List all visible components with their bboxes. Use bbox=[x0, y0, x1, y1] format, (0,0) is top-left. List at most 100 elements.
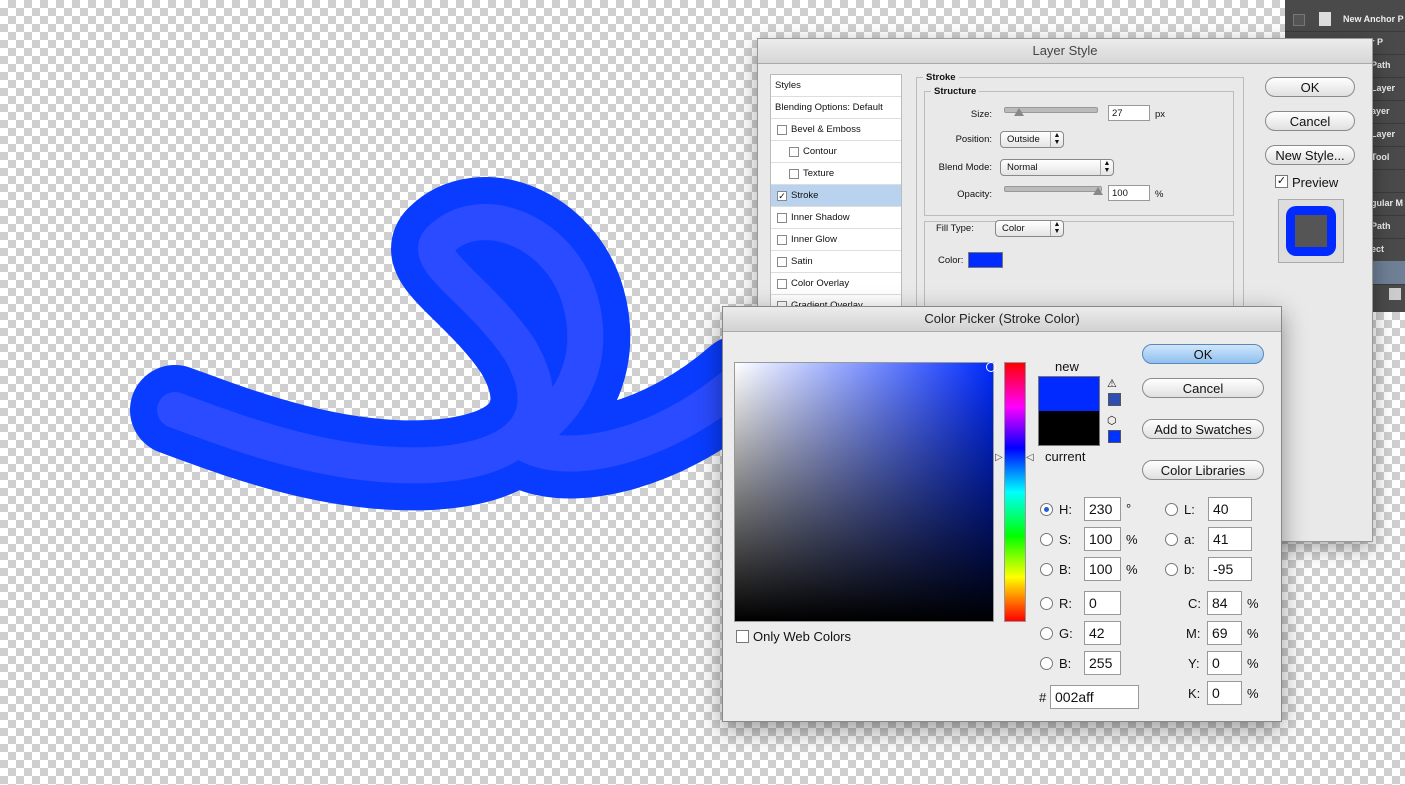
effect-bevel-emboss[interactable]: Bevel & Emboss bbox=[771, 119, 901, 141]
brightness-unit: % bbox=[1126, 562, 1138, 577]
brightness-radio[interactable] bbox=[1040, 563, 1053, 576]
opacity-unit: % bbox=[1155, 189, 1164, 200]
color-label: Color: bbox=[938, 255, 964, 266]
stroke-color-swatch[interactable] bbox=[968, 252, 1003, 268]
h-input[interactable]: 230 bbox=[1084, 497, 1121, 521]
only-web-colors-checkbox[interactable] bbox=[736, 630, 749, 643]
s-radio[interactable] bbox=[1040, 533, 1053, 546]
blue-input[interactable]: 255 bbox=[1084, 651, 1121, 675]
style-preview bbox=[1278, 199, 1344, 263]
checkbox[interactable] bbox=[777, 257, 787, 267]
lab-b-input[interactable]: -95 bbox=[1208, 557, 1252, 581]
g-radio[interactable] bbox=[1040, 627, 1053, 640]
color-libraries-button[interactable]: Color Libraries bbox=[1142, 460, 1264, 480]
size-label: Size: bbox=[970, 109, 992, 120]
c-label: C: bbox=[1188, 596, 1201, 611]
h-radio[interactable] bbox=[1040, 503, 1053, 516]
effect-color-overlay[interactable]: Color Overlay bbox=[771, 273, 901, 295]
blending-options-item[interactable]: Blending Options: Default bbox=[771, 97, 901, 119]
new-label: new bbox=[1055, 359, 1079, 374]
h-unit: ° bbox=[1126, 501, 1132, 516]
preview-checkbox[interactable]: ✓ bbox=[1275, 175, 1288, 188]
size-slider-thumb[interactable] bbox=[1014, 108, 1024, 116]
styles-header[interactable]: Styles bbox=[771, 75, 901, 97]
color-field[interactable] bbox=[734, 362, 994, 622]
y-label: Y: bbox=[1188, 656, 1200, 671]
checkbox-checked[interactable]: ✓ bbox=[777, 191, 787, 201]
web-safe-cube-icon[interactable]: ⬡ bbox=[1107, 414, 1117, 427]
y-input[interactable]: 0 bbox=[1207, 651, 1242, 675]
color-picker-dialog: Color Picker (Stroke Color) ▷ ◁ new curr… bbox=[722, 306, 1282, 722]
current-color-swatch[interactable] bbox=[1038, 411, 1100, 446]
brightness-input[interactable]: 100 bbox=[1084, 557, 1121, 581]
g-input[interactable]: 42 bbox=[1084, 621, 1121, 645]
effect-contour[interactable]: Contour bbox=[771, 141, 901, 163]
blend-mode-select[interactable]: Normal ▲ ▼ bbox=[1000, 159, 1114, 176]
m-input[interactable]: 69 bbox=[1207, 621, 1242, 645]
cancel-button[interactable]: Cancel bbox=[1265, 111, 1355, 131]
opacity-slider[interactable] bbox=[1004, 186, 1102, 192]
position-select[interactable]: Outside ▲ ▼ bbox=[1000, 131, 1064, 148]
r-input[interactable]: 0 bbox=[1084, 591, 1121, 615]
checkbox[interactable] bbox=[789, 147, 799, 157]
blue-label: B: bbox=[1059, 656, 1072, 671]
history-item[interactable]: New Anchor P bbox=[1285, 8, 1405, 32]
color-field-cursor[interactable] bbox=[986, 362, 996, 372]
new-document-icon[interactable] bbox=[1389, 288, 1401, 300]
cancel-button[interactable]: Cancel bbox=[1142, 378, 1264, 398]
k-input[interactable]: 0 bbox=[1207, 681, 1242, 705]
r-label: R: bbox=[1059, 596, 1072, 611]
size-input[interactable]: 27 bbox=[1108, 105, 1150, 121]
h-label: H: bbox=[1059, 502, 1072, 517]
effect-satin[interactable]: Satin bbox=[771, 251, 901, 273]
effect-texture[interactable]: Texture bbox=[771, 163, 901, 185]
stepper-icon: ▲ ▼ bbox=[1050, 132, 1063, 147]
fill-type-select[interactable]: Color ▲ ▼ bbox=[995, 220, 1064, 237]
gamut-warning-icon[interactable]: ⚠ bbox=[1107, 377, 1117, 390]
k-unit: % bbox=[1247, 686, 1259, 701]
hex-input[interactable]: 002aff bbox=[1050, 685, 1139, 709]
ok-button[interactable]: OK bbox=[1265, 77, 1355, 97]
opacity-label: Opacity: bbox=[957, 189, 992, 200]
preview-label: Preview bbox=[1292, 175, 1339, 190]
web-safe-color-swatch[interactable] bbox=[1108, 430, 1121, 443]
effect-stroke[interactable]: ✓ Stroke bbox=[771, 185, 901, 207]
blue-radio[interactable] bbox=[1040, 657, 1053, 670]
lab-b-radio[interactable] bbox=[1165, 563, 1178, 576]
size-unit: px bbox=[1155, 109, 1166, 120]
effect-inner-shadow[interactable]: Inner Shadow bbox=[771, 207, 901, 229]
hue-right-arrow-icon[interactable]: ◁ bbox=[1026, 452, 1034, 463]
s-input[interactable]: 100 bbox=[1084, 527, 1121, 551]
g-label: G: bbox=[1059, 626, 1073, 641]
r-radio[interactable] bbox=[1040, 597, 1053, 610]
structure-group-title: Structure bbox=[934, 86, 977, 97]
lab-b-label: b: bbox=[1184, 562, 1195, 577]
add-to-swatches-button[interactable]: Add to Swatches bbox=[1142, 419, 1264, 439]
gamut-color-swatch[interactable] bbox=[1108, 393, 1121, 406]
opacity-slider-thumb[interactable] bbox=[1093, 187, 1103, 195]
checkbox[interactable] bbox=[777, 125, 787, 135]
l-radio[interactable] bbox=[1165, 503, 1178, 516]
checkbox[interactable] bbox=[777, 235, 787, 245]
dialog-title: Layer Style bbox=[758, 39, 1372, 64]
ok-button[interactable]: OK bbox=[1142, 344, 1264, 364]
l-input[interactable]: 40 bbox=[1208, 497, 1252, 521]
new-color-swatch bbox=[1038, 376, 1100, 412]
styles-list: Styles Blending Options: Default Bevel &… bbox=[770, 74, 902, 308]
k-label: K: bbox=[1188, 686, 1201, 701]
a-input[interactable]: 41 bbox=[1208, 527, 1252, 551]
dialog-title: Color Picker (Stroke Color) bbox=[723, 307, 1281, 332]
checkbox[interactable] bbox=[789, 169, 799, 179]
checkbox[interactable] bbox=[777, 279, 787, 289]
a-radio[interactable] bbox=[1165, 533, 1178, 546]
opacity-input[interactable]: 100 bbox=[1108, 185, 1150, 201]
fill-type-label: Fill Type: bbox=[934, 223, 990, 234]
c-input[interactable]: 84 bbox=[1207, 591, 1242, 615]
hue-left-arrow-icon[interactable]: ▷ bbox=[995, 452, 1003, 463]
hex-hash-label: # bbox=[1039, 690, 1047, 705]
effect-inner-glow[interactable]: Inner Glow bbox=[771, 229, 901, 251]
new-style-button[interactable]: New Style... bbox=[1265, 145, 1355, 165]
stroke-group-title: Stroke bbox=[926, 72, 956, 83]
checkbox[interactable] bbox=[777, 213, 787, 223]
hue-slider[interactable] bbox=[1004, 362, 1026, 622]
